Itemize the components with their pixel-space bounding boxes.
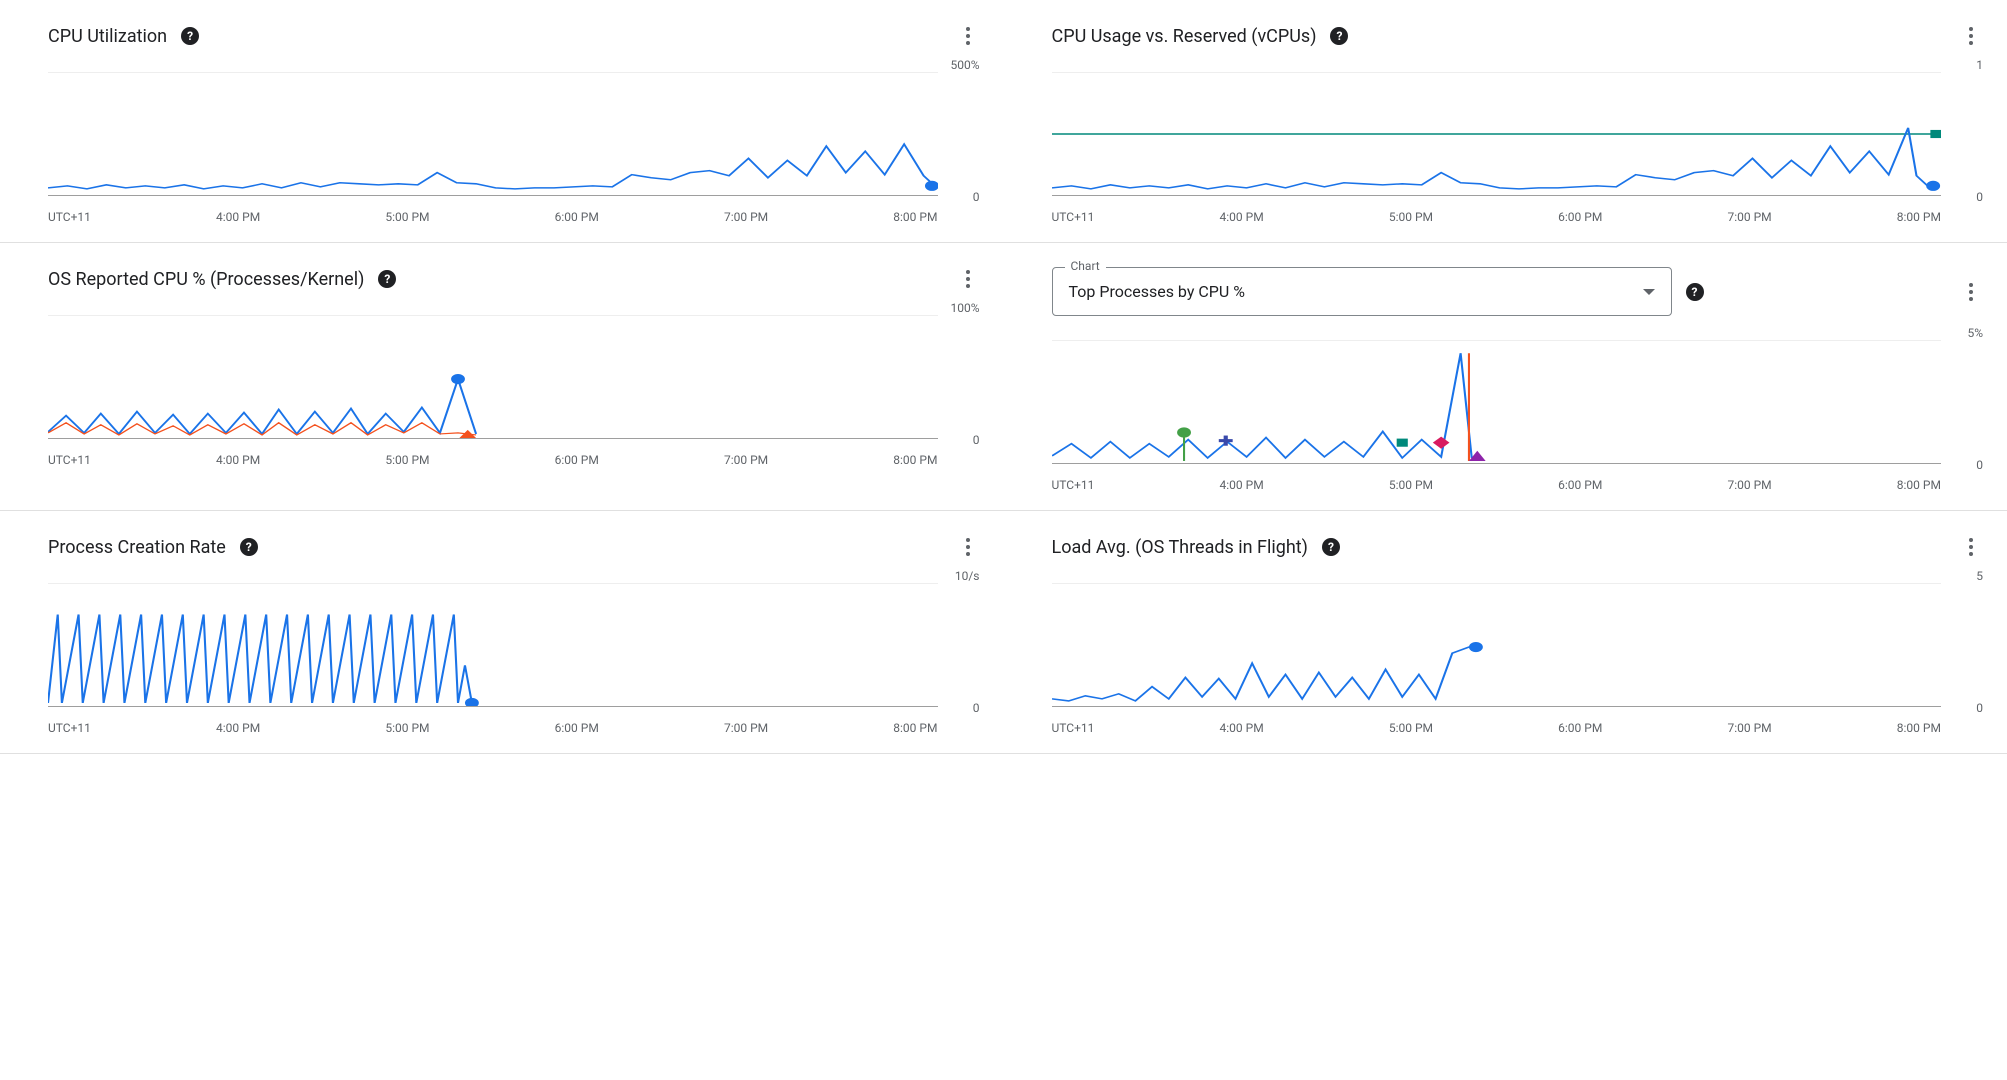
- panel-menu-button[interactable]: [1959, 280, 1983, 304]
- chart-process-creation-rate[interactable]: 10/s 0 UTC+114:00 PM5:00 PM6:00 PM7:00 P…: [48, 575, 980, 735]
- help-icon[interactable]: ?: [181, 27, 199, 45]
- panel-title: Load Avg. (OS Threads in Flight): [1052, 537, 1308, 558]
- y-axis-max: 100%: [950, 301, 979, 315]
- panel-title: OS Reported CPU % (Processes/Kernel): [48, 269, 364, 290]
- panel-os-cpu: OS Reported CPU % (Processes/Kernel) ? 1…: [0, 243, 1004, 511]
- panel-process-creation-rate: Process Creation Rate ? 10/s 0 UTC+114:0…: [0, 511, 1004, 754]
- chart-top-processes[interactable]: 5% 0 UTC+114:00 PM5:00 PM6:00 PM7:00 PM8…: [1052, 332, 1984, 492]
- y-axis-max: 5: [1976, 569, 1983, 583]
- y-axis-min: 0: [1976, 701, 1983, 715]
- panel-cpu-utilization: CPU Utilization ? 500% 0 UTC+114:00 PM5:…: [0, 0, 1004, 243]
- x-axis: UTC+114:00 PM5:00 PM6:00 PM7:00 PM8:00 P…: [48, 210, 938, 224]
- help-icon[interactable]: ?: [240, 538, 258, 556]
- chart-select-dropdown[interactable]: Chart Top Processes by CPU %: [1052, 267, 1672, 316]
- x-axis: UTC+114:00 PM5:00 PM6:00 PM7:00 PM8:00 P…: [1052, 210, 1942, 224]
- panel-menu-button[interactable]: [1959, 24, 1983, 48]
- help-icon[interactable]: ?: [1322, 538, 1340, 556]
- y-axis-min: 0: [973, 433, 980, 447]
- y-axis-min: 0: [973, 701, 980, 715]
- x-axis: UTC+114:00 PM5:00 PM6:00 PM7:00 PM8:00 P…: [1052, 478, 1942, 492]
- y-axis-min: 0: [973, 190, 980, 204]
- panel-title: Process Creation Rate: [48, 537, 226, 558]
- chevron-down-icon: [1643, 289, 1655, 295]
- y-axis-max: 10/s: [955, 569, 980, 583]
- help-icon[interactable]: ?: [1330, 27, 1348, 45]
- panel-load-avg: Load Avg. (OS Threads in Flight) ? 5 0 U…: [1004, 511, 2007, 754]
- y-axis-max: 1: [1976, 58, 1983, 72]
- panel-menu-button[interactable]: [1959, 535, 1983, 559]
- y-axis-max: 5%: [1967, 326, 1983, 340]
- x-axis: UTC+114:00 PM5:00 PM6:00 PM7:00 PM8:00 P…: [1052, 721, 1942, 735]
- dropdown-value: Top Processes by CPU %: [1069, 282, 1245, 301]
- panel-menu-button[interactable]: [956, 267, 980, 291]
- panel-title: CPU Utilization: [48, 26, 167, 47]
- panel-top-processes: Chart Top Processes by CPU % ? 5% 0: [1004, 243, 2007, 511]
- chart-cpu-reserved[interactable]: 1 0 UTC+114:00 PM5:00 PM6:00 PM7:00 PM8:…: [1052, 64, 1984, 224]
- x-axis: UTC+114:00 PM5:00 PM6:00 PM7:00 PM8:00 P…: [48, 453, 938, 467]
- y-axis-max: 500%: [950, 58, 979, 72]
- chart-load-avg[interactable]: 5 0 UTC+114:00 PM5:00 PM6:00 PM7:00 PM8:…: [1052, 575, 1984, 735]
- y-axis-min: 0: [1976, 458, 1983, 472]
- panel-cpu-reserved: CPU Usage vs. Reserved (vCPUs) ? 1 0 UTC…: [1004, 0, 2007, 243]
- help-icon[interactable]: ?: [1686, 283, 1704, 301]
- help-icon[interactable]: ?: [378, 270, 396, 288]
- chart-os-cpu[interactable]: 100% 0 UTC+114:00 PM5:00 PM6:00 PM7:00 P…: [48, 307, 980, 467]
- panel-title: CPU Usage vs. Reserved (vCPUs): [1052, 26, 1317, 47]
- dashboard-grid: CPU Utilization ? 500% 0 UTC+114:00 PM5:…: [0, 0, 2007, 754]
- y-axis-min: 0: [1976, 190, 1983, 204]
- x-axis: UTC+114:00 PM5:00 PM6:00 PM7:00 PM8:00 P…: [48, 721, 938, 735]
- dropdown-label: Chart: [1065, 259, 1106, 273]
- panel-menu-button[interactable]: [956, 24, 980, 48]
- chart-cpu-utilization[interactable]: 500% 0 UTC+114:00 PM5:00 PM6:00 PM7:00 P…: [48, 64, 980, 224]
- panel-menu-button[interactable]: [956, 535, 980, 559]
